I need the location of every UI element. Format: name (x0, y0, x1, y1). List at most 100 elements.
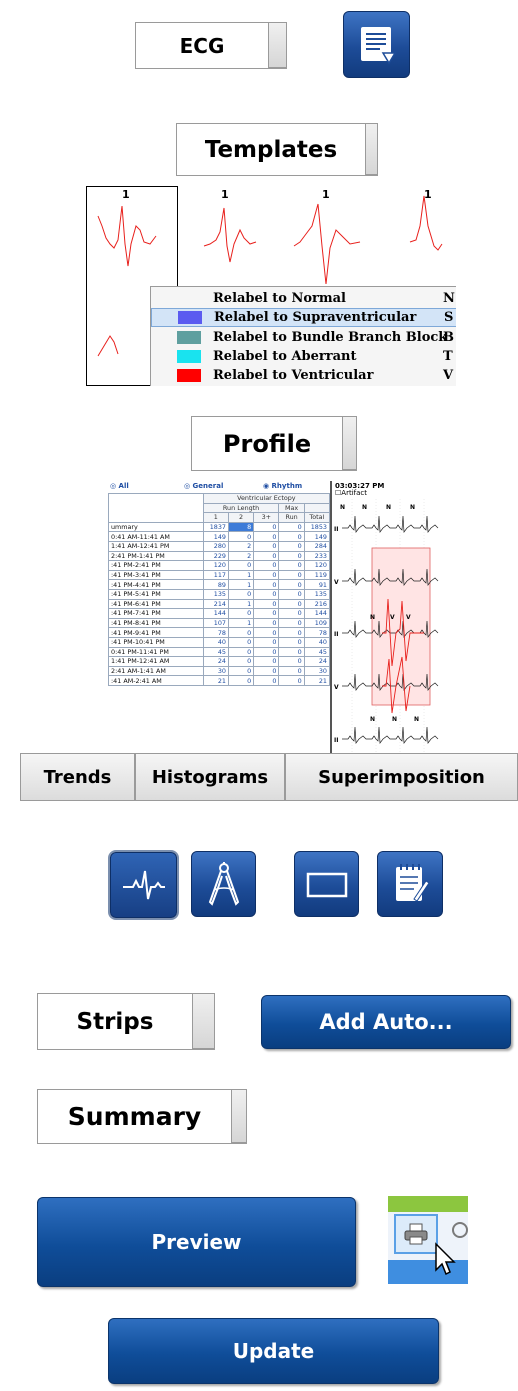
tab-summary[interactable]: Summary (37, 1089, 232, 1143)
table-cell[interactable]: 0 (253, 531, 280, 542)
tab-profile[interactable]: Profile (191, 416, 343, 470)
table-cell[interactable]: 0 (253, 627, 280, 638)
table-row[interactable]: ummary 1837 8 0 0 1853 (108, 521, 331, 533)
table-cell[interactable]: 0 (278, 569, 305, 581)
table-cell[interactable]: 0 (227, 646, 255, 658)
table-cell[interactable]: 0 (278, 646, 305, 658)
tab-ecg[interactable]: ECG (135, 22, 269, 68)
table-row[interactable]: :41 PM-7:41 PM 144 0 0 0 144 (108, 608, 331, 619)
table-cell[interactable]: 0 (227, 608, 255, 619)
table-cell[interactable]: 0 (227, 627, 255, 638)
tab-strips[interactable]: Strips (37, 993, 193, 1049)
table-cell[interactable]: 0 (253, 675, 280, 686)
table-cell[interactable]: 0 (278, 598, 305, 610)
table-cell[interactable]: 78 (202, 627, 229, 638)
table-cell[interactable]: 30 (202, 665, 229, 677)
print-button[interactable] (394, 1214, 438, 1254)
table-cell[interactable]: 40 (303, 636, 331, 648)
column-header[interactable]: Total (303, 512, 331, 523)
table-row[interactable]: :41 PM-2:41 PM 120 0 0 0 120 (108, 560, 331, 571)
table-cell[interactable]: 1 (227, 598, 255, 610)
table-row[interactable]: :41 PM-10:41 PM 40 0 0 0 40 (108, 636, 331, 648)
table-row[interactable]: 2:41 PM-1:41 PM 229 2 0 0 233 (108, 550, 331, 562)
table-cell[interactable]: 0 (253, 608, 280, 619)
table-cell[interactable]: 0 (253, 521, 280, 533)
table-cell[interactable]: 91 (303, 579, 331, 590)
table-cell[interactable]: 0 (227, 636, 255, 648)
tab-superimposition[interactable]: Superimposition (285, 753, 518, 801)
table-cell[interactable]: 229 (202, 550, 229, 562)
table-row[interactable]: 0:41 PM-11:41 PM 45 0 0 0 45 (108, 646, 331, 658)
table-cell[interactable]: 21 (202, 675, 229, 686)
column-header[interactable]: Run (278, 512, 305, 523)
table-cell[interactable]: 0 (227, 675, 255, 686)
column-header[interactable]: 3+ (253, 512, 280, 523)
table-cell[interactable]: 0 (253, 588, 280, 600)
table-cell[interactable]: 0 (278, 560, 305, 571)
table-cell[interactable]: 78 (303, 627, 331, 638)
table-cell[interactable]: 0 (278, 540, 305, 552)
table-cell[interactable]: 0 (278, 550, 305, 562)
table-cell[interactable]: 0 (227, 656, 255, 667)
table-cell[interactable]: 24 (303, 656, 331, 667)
table-cell[interactable]: 2 (227, 550, 255, 562)
table-cell[interactable]: 45 (202, 646, 229, 658)
tab-trends[interactable]: Trends (20, 753, 135, 801)
table-cell[interactable]: 0 (278, 665, 305, 677)
menu-item-relabel-ventricular[interactable]: Relabel to Ventricular V (151, 366, 456, 385)
table-cell[interactable]: 119 (303, 569, 331, 581)
tab-templates[interactable]: Templates (176, 123, 366, 175)
table-row[interactable]: :41 PM-3:41 PM 117 1 0 0 119 (108, 569, 331, 581)
table-cell[interactable]: 109 (303, 617, 331, 629)
menu-item-relabel-aberrant[interactable]: Relabel to Aberrant T (151, 347, 456, 366)
table-cell[interactable]: 89 (202, 579, 229, 590)
ecg-view-button[interactable] (110, 852, 177, 918)
table-cell[interactable]: 1853 (303, 521, 331, 533)
column-header[interactable]: 1 (202, 512, 229, 523)
table-cell[interactable]: 0 (253, 598, 280, 610)
table-cell[interactable]: 0 (278, 656, 305, 667)
table-cell[interactable]: 120 (303, 560, 331, 571)
export-button[interactable] (343, 11, 410, 78)
table-cell[interactable]: 21 (303, 675, 331, 686)
table-cell[interactable]: 0 (253, 579, 280, 590)
table-cell[interactable]: 0 (278, 617, 305, 629)
column-header[interactable]: 2 (227, 512, 255, 523)
menu-item-relabel-supraventricular[interactable]: Relabel to Supraventricular S (151, 308, 456, 327)
table-cell[interactable]: 0 (278, 636, 305, 648)
filter-rhythm-radio[interactable]: ◉ Rhythm (263, 482, 302, 490)
table-cell[interactable]: 1 (227, 569, 255, 581)
table-cell[interactable]: 0 (278, 588, 305, 600)
table-row[interactable]: 1:41 PM-12:41 AM 24 0 0 0 24 (108, 656, 331, 667)
table-cell[interactable]: 0 (253, 617, 280, 629)
preview-button[interactable]: Preview (37, 1197, 356, 1287)
table-cell[interactable]: 216 (303, 598, 331, 610)
notes-button[interactable] (377, 851, 443, 917)
update-button[interactable]: Update (108, 1318, 439, 1384)
table-row[interactable]: :41 AM-2:41 AM 21 0 0 0 21 (108, 675, 331, 686)
caliper-button[interactable] (191, 851, 256, 917)
table-cell[interactable]: 0 (253, 636, 280, 648)
table-row[interactable]: 0:41 AM-11:41 AM 149 0 0 0 149 (108, 531, 331, 542)
table-cell[interactable]: 0 (253, 560, 280, 571)
table-cell[interactable]: 0 (227, 531, 255, 542)
table-cell[interactable]: 0 (278, 521, 305, 533)
table-cell[interactable]: 233 (303, 550, 331, 562)
table-row[interactable]: :41 PM-5:41 PM 135 0 0 0 135 (108, 588, 331, 600)
table-cell[interactable]: 135 (303, 588, 331, 600)
menu-item-relabel-bundle-branch-block[interactable]: Relabel to Bundle Branch Block B (151, 328, 456, 347)
table-cell[interactable]: 0 (253, 656, 280, 667)
table-cell[interactable]: 0 (227, 665, 255, 677)
add-auto-button[interactable]: Add Auto... (261, 995, 511, 1049)
table-cell[interactable]: 2 (227, 540, 255, 552)
table-cell[interactable]: 0 (278, 579, 305, 590)
table-row[interactable]: :41 PM-9:41 PM 78 0 0 0 78 (108, 627, 331, 638)
table-cell[interactable]: 0 (253, 665, 280, 677)
rectangle-select-button[interactable] (294, 851, 359, 917)
table-cell[interactable]: 0 (253, 550, 280, 562)
table-cell[interactable]: 120 (202, 560, 229, 571)
table-cell[interactable]: 1 (227, 579, 255, 590)
table-row[interactable]: :41 PM-6:41 PM 214 1 0 0 216 (108, 598, 331, 610)
table-cell[interactable]: 1837 (202, 521, 229, 533)
table-cell[interactable]: 30 (303, 665, 331, 677)
